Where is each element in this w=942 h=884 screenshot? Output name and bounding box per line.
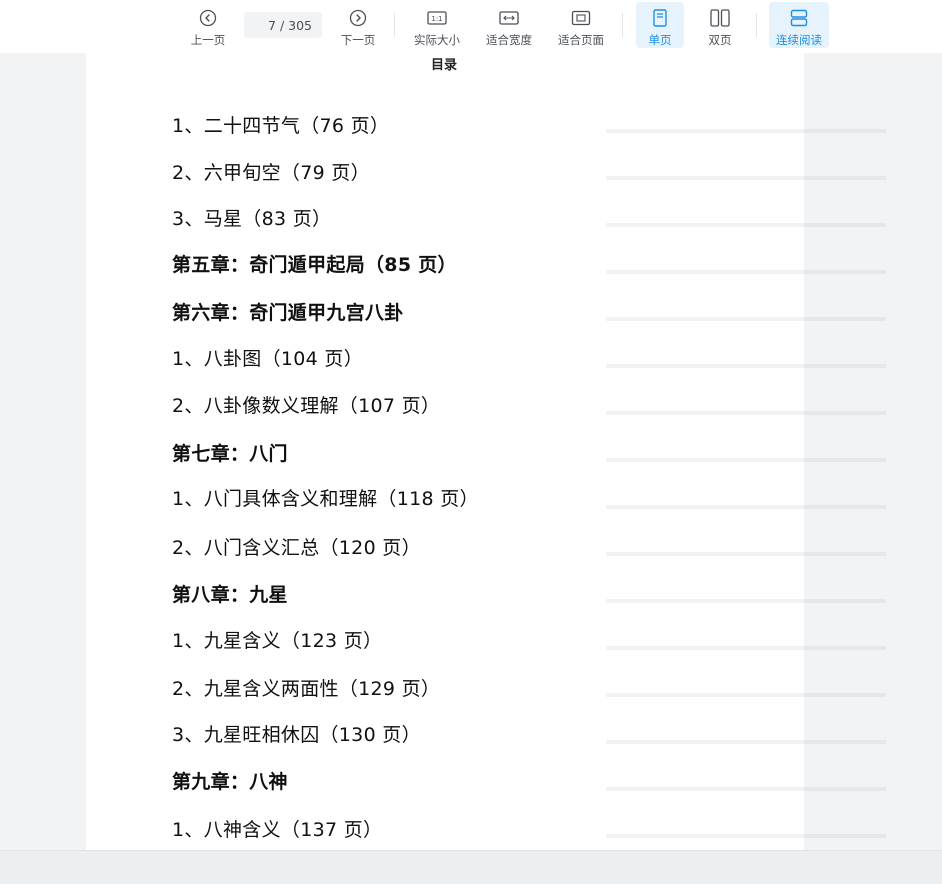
single-page-icon [652,8,668,28]
page-total: / 305 [279,17,313,33]
continuous-read-button[interactable]: 连续阅读 [769,2,829,48]
page-heading: 目录 [431,58,458,73]
document-viewport[interactable]: 目录 1、二十四节气（76 页） 2、六甲旬空（79 页） 3、马星（83 页）… [0,53,942,850]
fit-page-icon [571,8,591,28]
bleed-through-shading [606,93,886,850]
fit-page-button[interactable]: 适合页面 [551,2,611,48]
toc-entry: 2、八卦像数义理解（107 页） [172,395,441,417]
current-page: 7 [268,17,276,33]
toc-entry: 2、六甲旬空（79 页） [172,162,370,184]
fit-width-icon [499,8,519,28]
fit-page-label: 适合页面 [558,33,604,47]
double-page-button[interactable]: 双页 [696,2,744,48]
actual-size-button[interactable]: 1:1 实际大小 [407,2,467,48]
chevron-left-circle-icon [199,8,217,28]
toc-entry: 2、八门含义汇总（120 页） [172,537,421,559]
bottom-bar [0,850,942,884]
toc-entry: 1、八卦图（104 页） [172,348,363,370]
continuous-read-icon [790,8,808,28]
single-page-label: 单页 [648,33,672,47]
toc-entry: 1、八门具体含义和理解（118 页） [172,488,479,510]
toolbar-divider [756,13,757,37]
toc-chapter: 第七章：八门 [172,443,288,465]
chevron-right-circle-icon [349,8,367,28]
prev-page-button[interactable]: 上一页 [184,2,232,48]
double-page-icon [710,8,730,28]
next-page-label: 下一页 [340,33,376,47]
document-page: 目录 1、二十四节气（76 页） 2、六甲旬空（79 页） 3、马星（83 页）… [86,53,886,850]
svg-text:1:1: 1:1 [431,15,442,23]
prev-page-label: 上一页 [190,33,226,47]
toc-entry: 3、九星旺相休囚（130 页） [172,724,421,746]
fit-width-label: 适合宽度 [486,33,532,47]
page-number-input[interactable]: 7 / 305 [244,12,322,38]
actual-size-label: 实际大小 [414,33,460,47]
toc-chapter: 第九章：八神 [172,771,288,793]
toc-entry: 1、八神含义（137 页） [172,819,383,841]
toc-entry: 3、马星（83 页） [172,208,332,230]
double-page-label: 双页 [708,33,732,47]
toc-entry: 1、二十四节气（76 页） [172,115,390,137]
next-page-button[interactable]: 下一页 [334,2,382,48]
toolbar-divider [622,13,623,37]
toc-entry: 1、九星含义（123 页） [172,630,383,652]
single-page-button[interactable]: 单页 [636,2,684,48]
toc-chapter: 第五章：奇门遁甲起局（85 页） [172,254,457,276]
reader-toolbar: 上一页 7 / 305 下一页 1:1 实际大小 适合宽度 适合页面 单页 双页… [0,0,942,53]
actual-size-icon: 1:1 [427,8,447,28]
toc-entry: 2、九星含义两面性（129 页） [172,678,441,700]
toolbar-divider [394,13,395,37]
toc-chapter: 第六章：奇门遁甲九宫八卦 [172,302,404,324]
toc-chapter: 第八章：九星 [172,584,288,606]
fit-width-button[interactable]: 适合宽度 [479,2,539,48]
continuous-read-label: 连续阅读 [776,33,822,47]
